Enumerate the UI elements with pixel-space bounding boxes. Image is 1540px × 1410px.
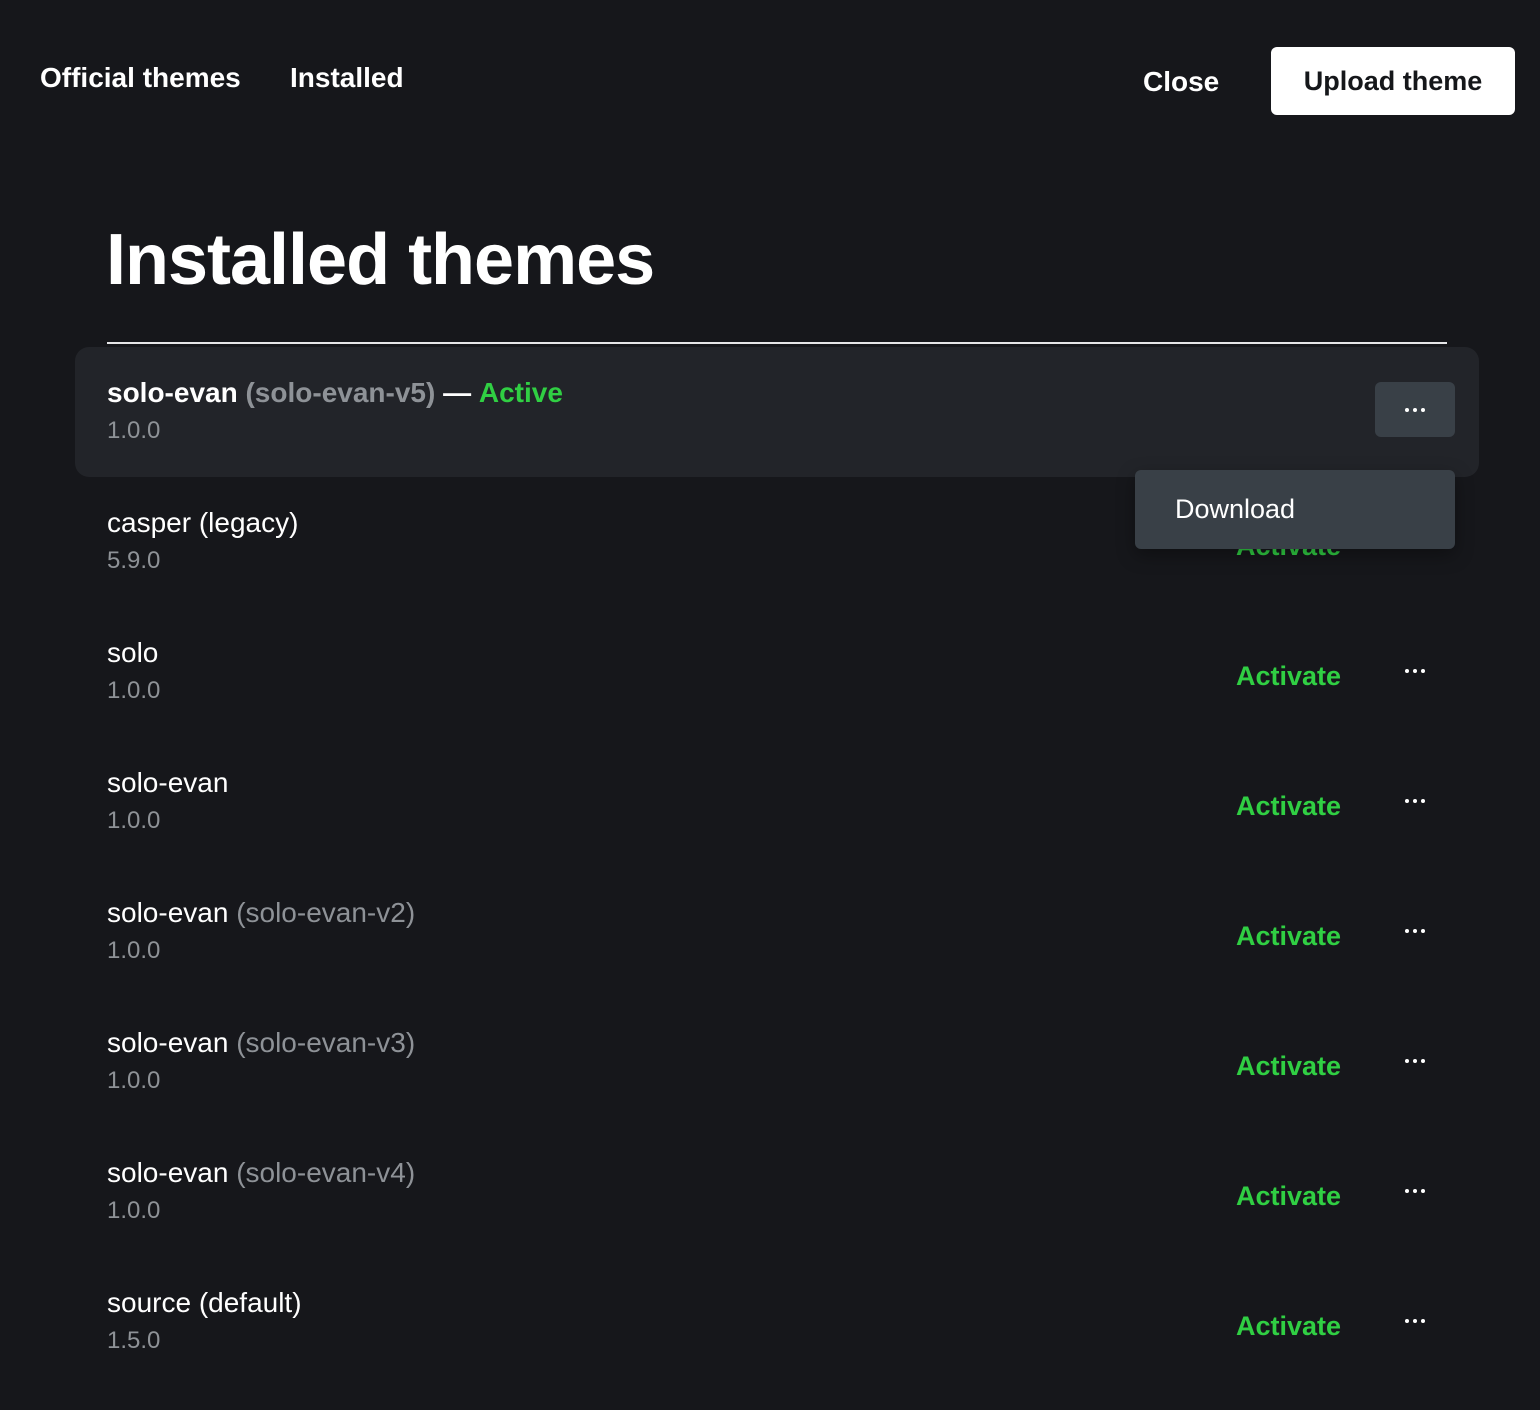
more-actions-button[interactable] (1375, 1293, 1455, 1348)
page-title: Installed themes (106, 220, 655, 300)
activate-button[interactable]: Activate (1236, 918, 1341, 954)
more-actions-button[interactable] (1375, 382, 1455, 437)
theme-name: solo-evan (solo-evan-v5) — Active (107, 375, 563, 411)
theme-name-alias: (solo-evan-v4) (236, 1157, 416, 1188)
theme-row: solo 1.0.0 Activate (75, 607, 1479, 737)
theme-name: solo-evan (solo-evan-v2) (107, 895, 415, 931)
close-button[interactable]: Close (1143, 62, 1219, 102)
theme-version: 5.9.0 (107, 547, 161, 574)
more-actions-button[interactable] (1375, 773, 1455, 828)
theme-name: source (default) (107, 1285, 302, 1321)
theme-name-main: source (default) (107, 1287, 302, 1318)
theme-row: solo-evan (solo-evan-v2) 1.0.0 Activate (75, 867, 1479, 997)
theme-version: 1.0.0 (107, 677, 161, 704)
theme-row-active: solo-evan (solo-evan-v5) — Active 1.0.0 (75, 347, 1479, 477)
theme-name-main: solo (107, 637, 159, 668)
title-divider (107, 342, 1447, 344)
theme-name-separator: — (443, 377, 472, 408)
theme-name: solo (107, 635, 158, 671)
theme-name-main: casper (legacy) (107, 507, 299, 538)
theme-name-alias: (solo-evan-v2) (236, 897, 416, 928)
theme-row: solo-evan (solo-evan-v3) 1.0.0 Activate (75, 997, 1479, 1127)
tab-official-themes[interactable]: Official themes (40, 58, 241, 98)
ellipsis-horizontal-icon (1405, 928, 1425, 933)
theme-name-main: solo-evan (107, 377, 238, 408)
ellipsis-horizontal-icon (1405, 1318, 1425, 1323)
theme-version: 1.0.0 (107, 807, 161, 834)
more-actions-button[interactable] (1375, 643, 1455, 698)
ellipsis-horizontal-icon (1405, 798, 1425, 803)
more-actions-button[interactable] (1375, 903, 1455, 958)
theme-name-main: solo-evan (107, 767, 229, 798)
theme-name: solo-evan (107, 765, 228, 801)
themes-page: Official themes Installed Close Upload t… (0, 0, 1540, 1410)
activate-button[interactable]: Activate (1236, 1178, 1341, 1214)
theme-name: casper (legacy) (107, 505, 298, 541)
theme-row: solo-evan 1.0.0 Activate (75, 737, 1479, 867)
activate-button[interactable]: Activate (1236, 1308, 1341, 1344)
more-actions-button[interactable] (1375, 1163, 1455, 1218)
more-actions-dropdown: Download (1135, 470, 1455, 549)
theme-version: 1.0.0 (107, 937, 161, 964)
activate-button[interactable]: Activate (1236, 1048, 1341, 1084)
theme-name-main: solo-evan (107, 1027, 229, 1058)
theme-name-alias: (solo-evan-v3) (236, 1027, 416, 1058)
more-actions-button[interactable] (1375, 1033, 1455, 1088)
ellipsis-horizontal-icon (1405, 407, 1425, 412)
activate-button[interactable]: Activate (1236, 788, 1341, 824)
theme-version: 1.0.0 (107, 417, 161, 444)
theme-version: 1.5.0 (107, 1327, 161, 1354)
activate-button[interactable]: Activate (1236, 658, 1341, 694)
theme-name-main: solo-evan (107, 897, 229, 928)
theme-name-main: solo-evan (107, 1157, 229, 1188)
theme-version: 1.0.0 (107, 1197, 161, 1224)
theme-name-alias: (solo-evan-v5) (245, 377, 436, 408)
ellipsis-horizontal-icon (1405, 1058, 1425, 1063)
theme-name: solo-evan (solo-evan-v3) (107, 1025, 415, 1061)
ellipsis-horizontal-icon (1405, 668, 1425, 673)
download-menu-item[interactable]: Download (1175, 491, 1295, 527)
ellipsis-horizontal-icon (1405, 1188, 1425, 1193)
theme-row: source (default) 1.5.0 Activate (75, 1257, 1479, 1387)
theme-row: solo-evan (solo-evan-v4) 1.0.0 Activate (75, 1127, 1479, 1257)
active-status-label: Active (478, 377, 563, 408)
theme-version: 1.0.0 (107, 1067, 161, 1094)
upload-theme-button[interactable]: Upload theme (1271, 47, 1515, 115)
tab-installed[interactable]: Installed (290, 58, 404, 98)
theme-name: solo-evan (solo-evan-v4) (107, 1155, 415, 1191)
